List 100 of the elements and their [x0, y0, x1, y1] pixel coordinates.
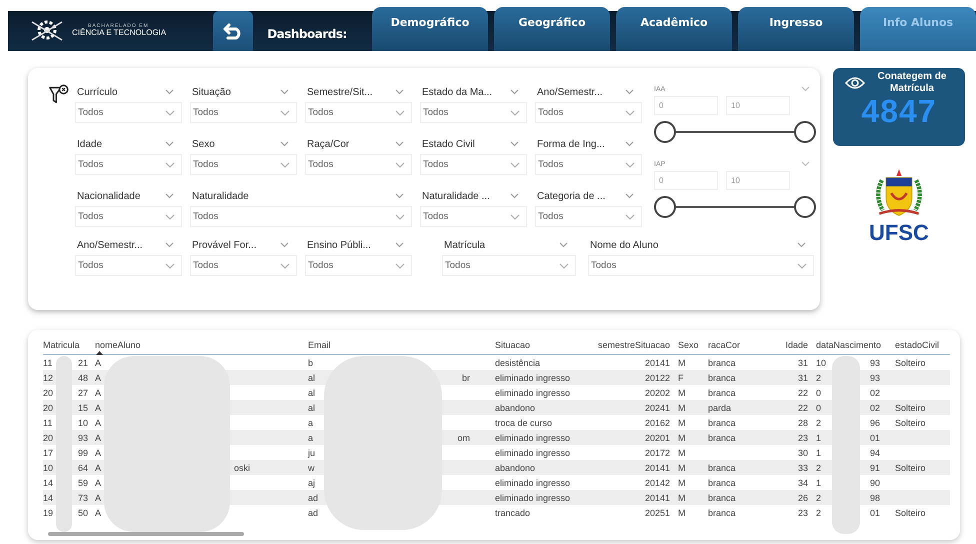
- clear-filter-icon[interactable]: [48, 84, 70, 106]
- column-header[interactable]: nomeAluno: [95, 340, 308, 350]
- filter-dropdown[interactable]: Todos: [75, 102, 182, 123]
- chevron-icon: [280, 162, 290, 168]
- table-cell: aj: [308, 478, 316, 488]
- column-header[interactable]: Idade: [770, 340, 808, 350]
- chevron-icon[interactable]: [280, 89, 289, 95]
- table-cell: M: [678, 492, 686, 502]
- chevron-icon[interactable]: [165, 242, 174, 248]
- chevron-icon[interactable]: [801, 161, 810, 167]
- filter-label: Nacionalidade: [77, 190, 140, 202]
- table-cell: F: [678, 372, 684, 382]
- filter-dropdown[interactable]: Todos: [190, 206, 412, 227]
- chevron-icon[interactable]: [797, 242, 806, 248]
- column-header[interactable]: Email: [308, 340, 495, 350]
- column-header[interactable]: dataNascimento: [808, 340, 895, 350]
- nav-label: Dashboards:: [267, 27, 348, 41]
- table-cell: abandono: [495, 402, 536, 412]
- table-cell: 31: [798, 372, 808, 382]
- filter-label: Raça/Cor: [307, 138, 350, 150]
- filter-label: Nome do Aluno: [590, 240, 658, 250]
- nav-tab[interactable]: Acadêmico: [616, 7, 732, 51]
- chevron-icon[interactable]: [625, 193, 634, 199]
- filter-label: Naturalidade: [192, 190, 249, 202]
- table-cell: A: [95, 432, 102, 442]
- filter-dropdown[interactable]: Todos: [535, 206, 642, 227]
- table-cell: A: [95, 418, 102, 428]
- column-header[interactable]: estadoCivil: [895, 340, 950, 350]
- nav-tab[interactable]: Geográfico: [494, 7, 610, 51]
- chevron-icon: [165, 262, 175, 268]
- filter-dropdown[interactable]: Todos: [190, 255, 297, 276]
- slider-thumb[interactable]: [794, 121, 816, 143]
- table-cell: 01: [870, 432, 880, 442]
- table-cell: b: [308, 358, 314, 368]
- filter-dropdown[interactable]: Todos: [420, 102, 527, 123]
- filter-dropdown[interactable]: Todos: [535, 102, 642, 123]
- chevron-icon[interactable]: [801, 86, 810, 92]
- filter-dropdown[interactable]: Todos: [190, 102, 297, 123]
- chevron-icon[interactable]: [625, 89, 634, 95]
- table-cell: Solteiro: [895, 462, 926, 472]
- table-cell: al: [308, 388, 316, 398]
- slider-thumb[interactable]: [654, 196, 676, 218]
- filter-dropdown[interactable]: Todos: [420, 206, 527, 227]
- nav-tab[interactable]: Demográfico: [372, 7, 488, 51]
- chevron-icon: [510, 214, 520, 220]
- chevron-icon[interactable]: [395, 141, 404, 147]
- chevron-icon[interactable]: [395, 89, 404, 95]
- filter-dropdown[interactable]: Todos: [305, 154, 412, 175]
- table-cell: 73: [78, 492, 88, 502]
- filter-label: Sexo: [192, 138, 215, 150]
- table-cell: 22: [798, 388, 808, 398]
- table-cell: branca: [708, 508, 736, 518]
- column-header[interactable]: Situacao: [495, 340, 589, 350]
- chevron-icon[interactable]: [395, 193, 404, 199]
- chevron-icon[interactable]: [510, 89, 519, 95]
- table-cell: 27: [78, 388, 88, 398]
- chevron-icon[interactable]: [625, 141, 634, 147]
- filter-dropdown[interactable]: Todos: [535, 154, 642, 175]
- nav-tab[interactable]: Ingresso: [738, 7, 854, 51]
- max-field[interactable]: 10: [726, 96, 790, 115]
- chevron-icon[interactable]: [165, 141, 174, 147]
- filter-dropdown[interactable]: Todos: [190, 154, 297, 175]
- slider-thumb[interactable]: [794, 196, 816, 218]
- filter-dropdown[interactable]: Todos: [420, 154, 527, 175]
- table-cell: ju: [308, 448, 316, 458]
- filter-dropdown[interactable]: Todos: [588, 255, 814, 276]
- filter-dropdown[interactable]: Todos: [75, 154, 182, 175]
- eye-icon: [845, 76, 865, 90]
- slider-thumb[interactable]: [654, 121, 676, 143]
- filter-dropdown[interactable]: Todos: [75, 255, 182, 276]
- count-value: 4847: [861, 94, 937, 130]
- filter-dropdown[interactable]: Todos: [305, 255, 412, 276]
- table-cell: 1: [816, 448, 822, 458]
- filter-dropdown[interactable]: Todos: [75, 206, 182, 227]
- filter-dropdown[interactable]: Todos: [442, 255, 576, 276]
- back-button[interactable]: [213, 11, 254, 51]
- chevron-icon[interactable]: [510, 141, 519, 147]
- table-cell: branca: [708, 478, 736, 488]
- chevron-icon[interactable]: [280, 242, 289, 248]
- scrollbar[interactable]: [48, 532, 244, 536]
- chevron-icon[interactable]: [165, 193, 174, 199]
- table-cell: M: [678, 358, 686, 368]
- filter-label: Matrícula: [444, 240, 486, 250]
- chevron-icon[interactable]: [559, 242, 568, 248]
- column-header[interactable]: Matricula: [43, 340, 95, 350]
- chevron-icon[interactable]: [510, 193, 519, 199]
- max-field[interactable]: 10: [726, 171, 790, 190]
- filter-dropdown[interactable]: Todos: [305, 102, 412, 123]
- column-header[interactable]: semestreSituacao: [589, 340, 670, 350]
- table-cell: 14: [43, 492, 54, 502]
- column-header[interactable]: Sexo: [670, 340, 705, 350]
- column-header[interactable]: racaCor: [705, 340, 770, 350]
- table-cell: 21: [78, 358, 88, 368]
- table-cell: 20251: [644, 508, 670, 518]
- table-cell: 11: [43, 418, 52, 428]
- chevron-icon: [510, 110, 520, 116]
- chevron-icon: [165, 214, 175, 220]
- chevron-icon[interactable]: [280, 141, 289, 147]
- chevron-icon[interactable]: [395, 242, 404, 248]
- chevron-icon[interactable]: [165, 89, 174, 95]
